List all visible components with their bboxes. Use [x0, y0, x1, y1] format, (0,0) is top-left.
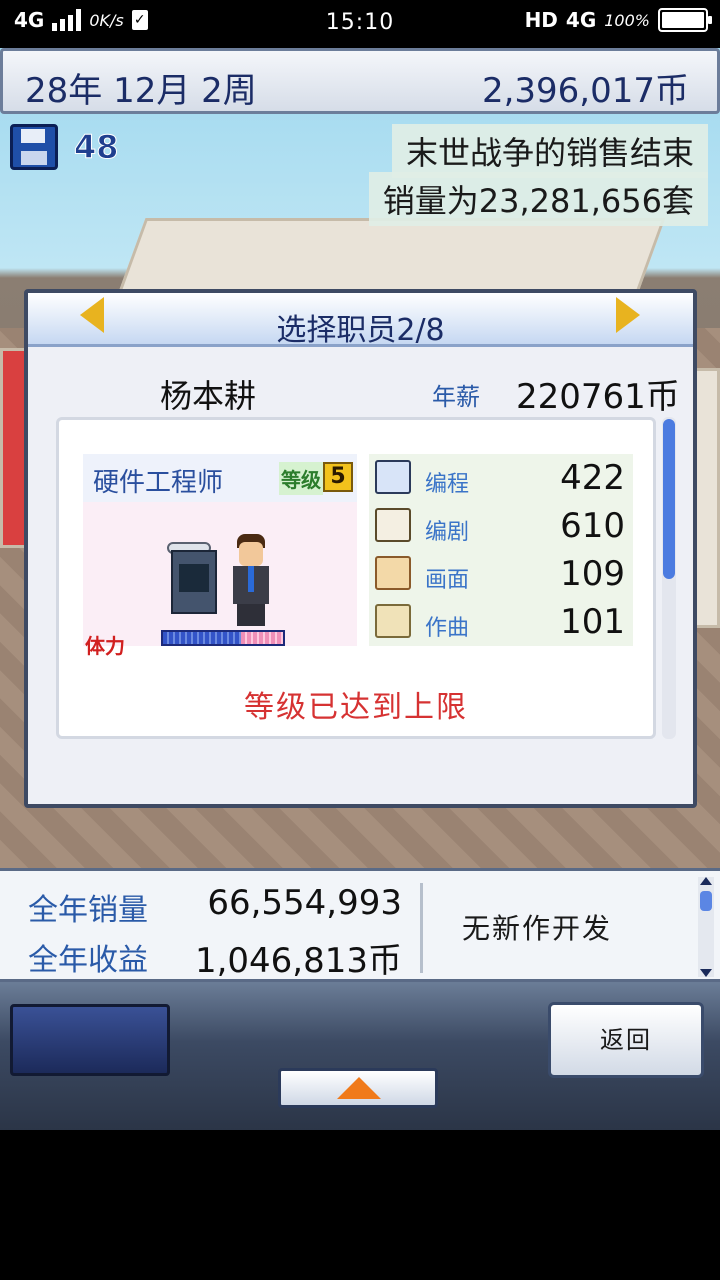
dialog-title: 选择职员2/8 — [276, 313, 445, 348]
stat-row-scenario: 编剧 610 — [369, 502, 633, 550]
battery-icon — [658, 8, 712, 32]
stat-value: 422 — [560, 458, 625, 498]
salary-value: 220761币 — [516, 377, 680, 417]
status-right: HD 4G 100% — [524, 8, 712, 32]
paint-icon — [375, 556, 411, 590]
max-level-message: 等级已达到上限 — [244, 690, 468, 725]
scroll-up-icon[interactable] — [700, 877, 712, 885]
stat-value: 109 — [560, 554, 625, 594]
stat-row-music: 作曲 101 — [369, 598, 633, 646]
annual-sales-value: 66,554,993 — [207, 883, 402, 923]
select-staff-dialog: 选择职员2/8 杨本耕 年薪 220761币 硬件工程师 等级 5 体力 编程 … — [24, 289, 697, 808]
employee-avatar — [229, 534, 273, 626]
game-date: 28年 12月 2周 — [25, 71, 257, 111]
top-info-bar: 28年 12月 2周 2,396,017币 — [0, 48, 720, 114]
level-label: 等级 — [279, 462, 323, 495]
menu-slot-button[interactable] — [10, 1004, 170, 1076]
dialog-scrollbar[interactable] — [662, 417, 676, 739]
up-arrow-icon — [337, 1077, 381, 1099]
network-type-right: 4G — [565, 8, 597, 32]
level-badge: 5 — [323, 462, 353, 492]
stat-row-programming: 编程 422 — [369, 454, 633, 502]
next-staff-arrow-icon[interactable] — [616, 297, 640, 333]
stat-value: 610 — [560, 506, 625, 546]
scroll-down-icon[interactable] — [700, 969, 712, 977]
employee-card[interactable]: 硬件工程师 等级 5 体力 编程 422 编剧 610 画面 109 作曲 10… — [56, 417, 656, 739]
annual-revenue-label: 全年收益 — [28, 943, 148, 978]
stamina-bar — [161, 630, 285, 646]
job-title: 硬件工程师 — [93, 468, 224, 498]
stat-value: 101 — [560, 602, 625, 642]
stamina-fill — [163, 632, 241, 644]
hd-indicator: HD — [524, 8, 558, 32]
notice-line-1: 末世战争的销售结束 — [391, 124, 708, 178]
info-scroll-thumb[interactable] — [700, 891, 712, 911]
money-total: 2,396,017币 — [481, 71, 689, 111]
battery-percent: 100% — [604, 10, 650, 30]
stat-label: 作曲 — [425, 616, 470, 641]
expand-up-button[interactable] — [278, 1068, 438, 1108]
book-icon — [375, 508, 411, 542]
save-count: 48 — [74, 128, 120, 167]
info-scrollbar[interactable] — [698, 877, 714, 977]
salary-label: 年薪 — [432, 383, 480, 411]
portrait-panel: 硬件工程师 等级 5 体力 — [83, 454, 357, 658]
dialog-header: 选择职员2/8 — [28, 293, 693, 348]
stats-panel: 编程 422 编剧 610 画面 109 作曲 101 — [369, 454, 633, 646]
dialog-scroll-thumb[interactable] — [663, 419, 675, 579]
status-bar: 4G 0K/s ✓ 15:10 HD 4G 100% — [0, 0, 720, 48]
stamina-rest — [241, 632, 283, 644]
computer-icon — [375, 460, 411, 494]
stat-label: 编程 — [425, 472, 470, 497]
employee-name: 杨本耕 — [160, 377, 257, 415]
back-button[interactable]: 返回 — [548, 1002, 704, 1078]
stat-row-graphics: 画面 109 — [369, 550, 633, 598]
stamina-label: 体力 — [85, 634, 125, 658]
notice-line-2: 销量为23,281,656套 — [368, 172, 708, 226]
music-icon — [375, 604, 411, 638]
annual-summary-panel: 全年销量 66,554,993 全年收益 1,046,813币 无新作开发 — [0, 868, 720, 982]
job-row: 硬件工程师 等级 5 — [83, 454, 357, 502]
hardware-machine-icon — [171, 550, 217, 614]
annual-sales-label: 全年销量 — [28, 893, 148, 928]
stat-label: 画面 — [425, 568, 470, 593]
screen-bottom — [0, 1130, 720, 1280]
control-bar: 返回 — [0, 982, 720, 1130]
info-divider — [420, 883, 423, 973]
dev-status: 无新作开发 — [462, 912, 613, 945]
annual-revenue-value: 1,046,813币 — [194, 941, 402, 981]
save-icon[interactable] — [10, 124, 58, 170]
stat-label: 编剧 — [425, 520, 470, 545]
